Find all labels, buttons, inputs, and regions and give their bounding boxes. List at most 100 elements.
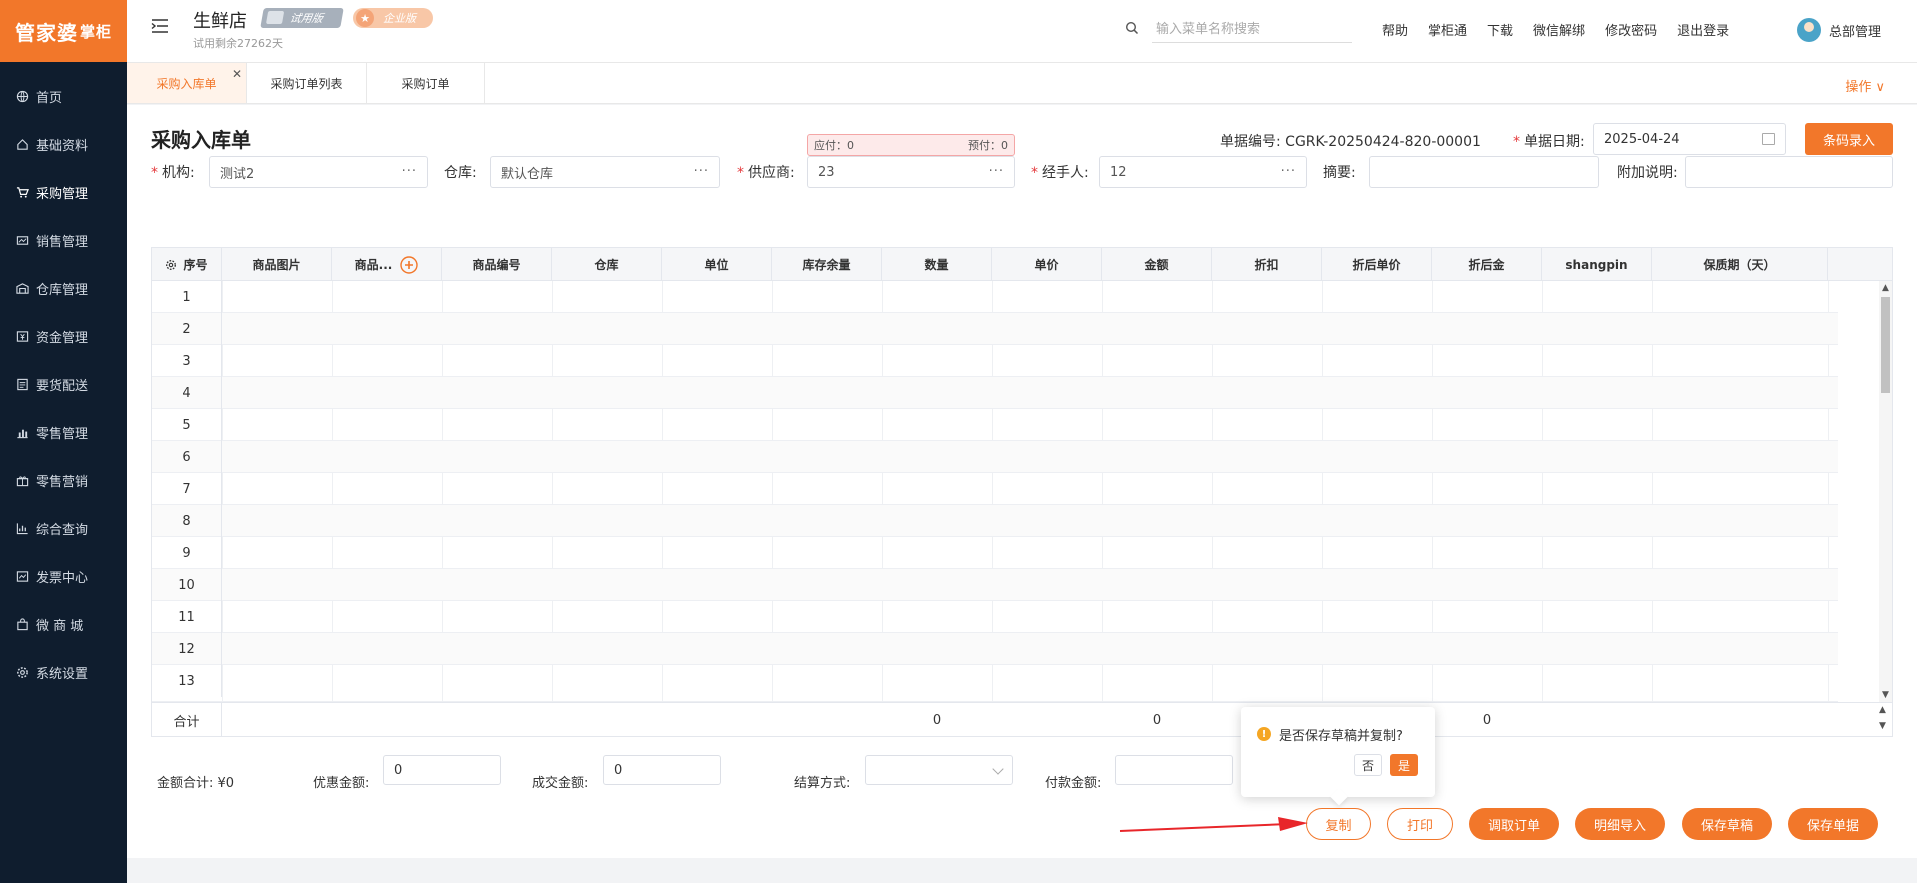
- close-icon[interactable]: ✕: [232, 67, 242, 81]
- help-link[interactable]: 帮助: [1382, 20, 1408, 39]
- sidebar-item-invoice[interactable]: 发票中心: [0, 552, 127, 600]
- warehouse-field[interactable]: 默认仓库 ···: [490, 156, 720, 188]
- sidebar-item-query[interactable]: 综合查询: [0, 504, 127, 552]
- table-row[interactable]: 7: [152, 473, 1838, 505]
- print-button[interactable]: 打印: [1387, 808, 1453, 840]
- popover-no-button[interactable]: 否: [1354, 754, 1382, 776]
- column-unit[interactable]: 单位: [662, 248, 772, 281]
- sidebar-item-purchase[interactable]: 采购管理: [0, 168, 127, 216]
- table-row[interactable]: 5: [152, 409, 1838, 441]
- add-product-icon[interactable]: [400, 255, 419, 274]
- tab-purchase-order[interactable]: 采购订单: [367, 63, 485, 103]
- note-field[interactable]: [1685, 156, 1893, 188]
- bar-chart-icon: [14, 424, 30, 440]
- download-link[interactable]: 下载: [1487, 20, 1513, 39]
- handler-label: * 经手人:: [1031, 165, 1089, 181]
- copy-button[interactable]: 复制: [1306, 808, 1371, 840]
- logout-link[interactable]: 退出登录: [1677, 20, 1729, 39]
- zhangguitong-link[interactable]: 掌柜通: [1428, 20, 1467, 39]
- operations-dropdown[interactable]: 操作 ∨: [1845, 76, 1885, 95]
- column-discount[interactable]: 折扣: [1212, 248, 1322, 281]
- sidebar-item-delivery[interactable]: 要货配送: [0, 360, 127, 408]
- column-discounted-price[interactable]: 折后单价: [1322, 248, 1432, 281]
- table-row[interactable]: 1: [152, 281, 1838, 313]
- import-detail-button[interactable]: 明细导入: [1575, 808, 1665, 840]
- footer-quantity-total: 0: [932, 712, 942, 728]
- org-field[interactable]: 测试2 ···: [209, 156, 428, 188]
- column-unit-price[interactable]: 单价: [992, 248, 1102, 281]
- save-draft-button[interactable]: 保存草稿: [1682, 808, 1772, 840]
- more-icon[interactable]: ···: [989, 164, 1004, 179]
- more-icon[interactable]: ···: [694, 164, 709, 179]
- row-index: 9: [152, 537, 222, 569]
- settlement-select[interactable]: [865, 755, 1013, 785]
- column-index[interactable]: 序号: [152, 248, 222, 281]
- wechat-unbind-link[interactable]: 微信解绑: [1533, 20, 1585, 39]
- user-menu[interactable]: 总部管理: [1797, 18, 1881, 42]
- column-product-image[interactable]: 商品图片: [222, 248, 332, 281]
- change-password-link[interactable]: 修改密码: [1605, 20, 1657, 39]
- gear-icon[interactable]: [165, 259, 177, 271]
- doc-date-picker[interactable]: 2025-04-24: [1593, 123, 1786, 155]
- column-product-code[interactable]: 商品编号: [442, 248, 552, 281]
- sidebar-item-sales[interactable]: 销售管理: [0, 216, 127, 264]
- sidebar-item-label: 采购管理: [36, 186, 89, 202]
- warning-icon: !: [1257, 727, 1271, 741]
- sidebar-item-marketing[interactable]: 零售营销: [0, 456, 127, 504]
- save-document-button[interactable]: 保存单据: [1788, 808, 1878, 840]
- sidebar-item-label: 零售营销: [36, 474, 89, 490]
- page-title: 采购入库单: [151, 128, 251, 152]
- scroll-up-icon[interactable]: ▲: [1879, 281, 1892, 295]
- scrollbar-thumb[interactable]: [1881, 297, 1890, 393]
- table-row[interactable]: 10: [152, 569, 1838, 601]
- supplier-field[interactable]: 23 ···: [807, 156, 1015, 188]
- tab-purchase-order-list[interactable]: 采购订单列表: [247, 63, 367, 103]
- summary-field[interactable]: [1369, 156, 1599, 188]
- popover-yes-button[interactable]: 是: [1390, 754, 1418, 776]
- tab-label: 采购订单: [401, 76, 450, 91]
- table-row[interactable]: 9: [152, 537, 1838, 569]
- payment-amount-input[interactable]: [1115, 755, 1233, 785]
- column-shangpin[interactable]: shangpin: [1542, 248, 1652, 281]
- more-icon[interactable]: ···: [402, 164, 417, 179]
- footer-scroll-up-icon[interactable]: ▲: [1879, 705, 1892, 715]
- sidebar-item-label: 仓库管理: [36, 282, 89, 298]
- deal-amount-input[interactable]: 0: [603, 755, 721, 785]
- more-icon[interactable]: ···: [1281, 164, 1296, 179]
- sidebar-item-warehouse[interactable]: 仓库管理: [0, 264, 127, 312]
- tab-purchase-receipt[interactable]: 采购入库单 ✕: [127, 63, 247, 103]
- handler-field[interactable]: 12 ···: [1099, 156, 1307, 188]
- column-shelf-life[interactable]: 保质期（天）: [1652, 248, 1828, 281]
- column-quantity[interactable]: 数量: [882, 248, 992, 281]
- table-row[interactable]: 8: [152, 505, 1838, 537]
- column-amount[interactable]: 金额: [1102, 248, 1212, 281]
- sidebar-item-basic-data[interactable]: 基础资料: [0, 120, 127, 168]
- scroll-down-icon[interactable]: ▼: [1879, 688, 1892, 702]
- table-row[interactable]: 12: [152, 633, 1838, 665]
- sidebar-item-funds[interactable]: 资金管理: [0, 312, 127, 360]
- table-row[interactable]: 4: [152, 377, 1838, 409]
- sidebar-item-home[interactable]: 首页: [0, 72, 127, 120]
- tab-label: 采购入库单: [156, 76, 217, 91]
- discount-input[interactable]: 0: [383, 755, 501, 785]
- column-stock[interactable]: 库存余量: [772, 248, 882, 281]
- fetch-order-button[interactable]: 调取订单: [1469, 808, 1559, 840]
- document-icon: [14, 376, 30, 392]
- column-warehouse[interactable]: 仓库: [552, 248, 662, 281]
- sidebar-item-settings[interactable]: 系统设置: [0, 648, 127, 696]
- column-discounted-amount[interactable]: 折后金: [1432, 248, 1542, 281]
- column-product-name[interactable]: 商品...: [332, 248, 442, 281]
- table-row[interactable]: 11: [152, 601, 1838, 633]
- table-row[interactable]: 2: [152, 313, 1838, 345]
- menu-toggle-icon[interactable]: [151, 18, 169, 34]
- table-row[interactable]: 6: [152, 441, 1838, 473]
- sidebar-item-retail[interactable]: 零售管理: [0, 408, 127, 456]
- sidebar-item-mall[interactable]: 微 商 城: [0, 600, 127, 648]
- table-scrollbar[interactable]: ▲ ▼: [1879, 281, 1892, 702]
- sidebar-menu: 首页 基础资料 采购管理 销售管理 仓库管理 资金管理 要货配送 零售管理 零售…: [0, 72, 127, 696]
- menu-search-input[interactable]: [1152, 17, 1352, 43]
- footer-scroll-down-icon[interactable]: ▼: [1879, 721, 1892, 731]
- table-row[interactable]: 3: [152, 345, 1838, 377]
- barcode-entry-button[interactable]: 条码录入: [1805, 123, 1893, 155]
- table-row[interactable]: 13: [152, 665, 1838, 702]
